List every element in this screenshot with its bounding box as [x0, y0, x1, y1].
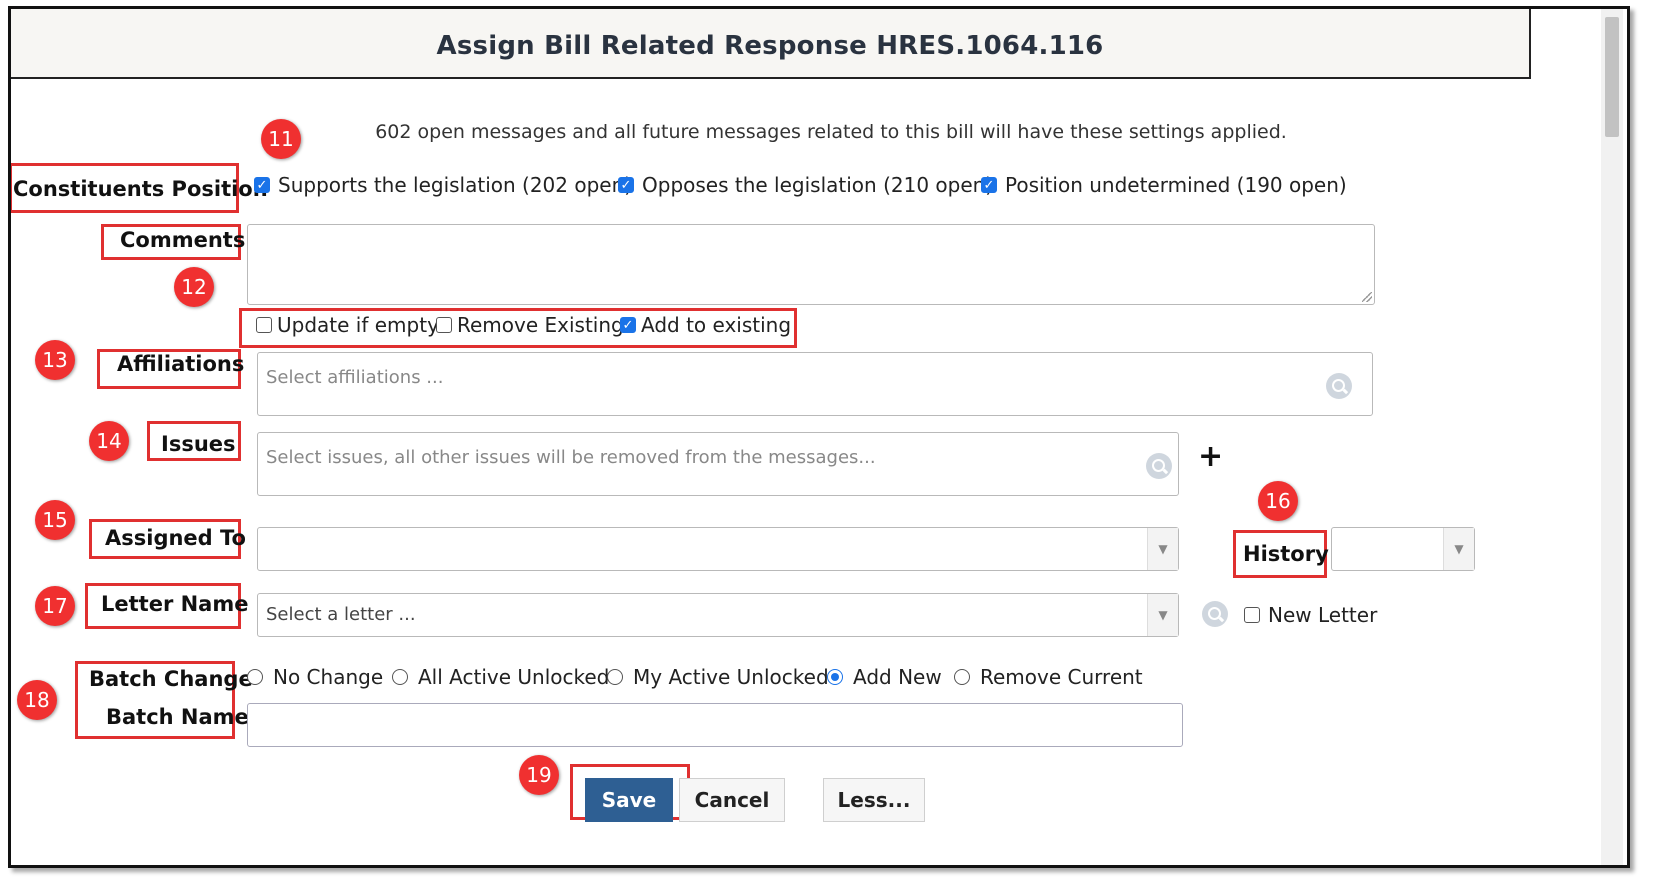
letter-name-label: Letter Name: [101, 592, 249, 616]
checkbox-remove-existing[interactable]: Remove Existing: [436, 313, 624, 337]
annotation-badge-16: 16: [1258, 481, 1298, 521]
batch-name-input[interactable]: [247, 703, 1183, 747]
dropdown-arrow-icon[interactable]: ▼: [1147, 594, 1178, 636]
checkbox-unchecked-icon: [436, 317, 452, 333]
plus-icon[interactable]: +: [1198, 439, 1223, 474]
assigned-to-select[interactable]: ▼: [257, 527, 1179, 571]
checkbox-checked-icon: ✓: [620, 317, 636, 333]
assigned-to-label: Assigned To: [105, 526, 246, 550]
radio-selected-icon: [827, 669, 843, 685]
dialog-window: Assign Bill Related Response HRES.1064.1…: [8, 6, 1630, 868]
checkbox-new-letter[interactable]: New Letter: [1244, 603, 1377, 627]
annotation-badge-17: 17: [35, 586, 75, 626]
checkbox-undetermined-label: Position undetermined (190 open): [1005, 173, 1347, 197]
issues-label: Issues: [161, 432, 236, 456]
history-select[interactable]: ▼: [1331, 527, 1475, 571]
checkbox-add-to-existing[interactable]: ✓ Add to existing: [620, 313, 791, 337]
radio-all-active-unlocked-label: All Active Unlocked: [418, 665, 610, 689]
save-button[interactable]: Save: [585, 778, 673, 822]
batch-change-label: Batch Change: [89, 667, 253, 691]
annotation-badge-12: 12: [174, 267, 214, 307]
cancel-button[interactable]: Cancel: [679, 778, 785, 822]
checkbox-supports[interactable]: ✓ Supports the legislation (202 open): [254, 173, 632, 197]
checkbox-unchecked-icon: [1244, 607, 1260, 623]
search-icon[interactable]: [1326, 373, 1352, 399]
affiliations-placeholder: Select affiliations ...: [266, 367, 444, 388]
annotation-badge-13: 13: [35, 340, 75, 380]
radio-no-change[interactable]: No Change: [247, 665, 383, 689]
letter-select[interactable]: Select a letter ... ▼: [257, 593, 1179, 637]
radio-unselected-icon: [954, 669, 970, 685]
checkbox-remove-existing-label: Remove Existing: [457, 313, 624, 337]
dialog-titlebar: Assign Bill Related Response HRES.1064.1…: [11, 9, 1531, 79]
history-label: History: [1243, 542, 1329, 566]
annotation-badge-18: 18: [17, 680, 57, 720]
dropdown-arrow-icon[interactable]: ▼: [1147, 528, 1178, 570]
radio-all-active-unlocked[interactable]: All Active Unlocked: [392, 665, 609, 689]
dropdown-arrow-icon[interactable]: ▼: [1443, 528, 1474, 570]
comments-label: Comments: [120, 228, 246, 252]
batch-name-label: Batch Name: [106, 705, 249, 729]
scrollbar-thumb[interactable]: [1605, 17, 1619, 137]
radio-my-active-unlocked[interactable]: My Active Unlocked: [607, 665, 829, 689]
constituents-position-label: Constituents Position: [13, 177, 268, 201]
radio-remove-current-label: Remove Current: [980, 665, 1143, 689]
checkbox-checked-icon: ✓: [618, 177, 634, 193]
radio-unselected-icon: [607, 669, 623, 685]
letter-placeholder: Select a letter ...: [266, 604, 416, 625]
checkbox-opposes-label: Opposes the legislation (210 open): [642, 173, 994, 197]
resize-grip-icon[interactable]: [1362, 292, 1372, 302]
less-button[interactable]: Less...: [823, 778, 925, 822]
checkbox-add-to-existing-label: Add to existing: [641, 313, 792, 337]
search-icon[interactable]: [1146, 453, 1172, 479]
issues-placeholder: Select issues, all other issues will be …: [266, 447, 876, 468]
annotation-badge-14: 14: [89, 421, 129, 461]
new-letter-label: New Letter: [1268, 603, 1378, 627]
checkbox-undetermined[interactable]: ✓ Position undetermined (190 open): [981, 173, 1347, 197]
dialog-title: Assign Bill Related Response HRES.1064.1…: [436, 31, 1104, 61]
radio-no-change-label: No Change: [273, 665, 384, 689]
checkbox-checked-icon: ✓: [981, 177, 997, 193]
radio-unselected-icon: [247, 669, 263, 685]
checkbox-opposes[interactable]: ✓ Opposes the legislation (210 open): [618, 173, 993, 197]
annotation-badge-19: 19: [519, 755, 559, 795]
affiliations-label: Affiliations: [117, 352, 245, 376]
checkbox-checked-icon: ✓: [254, 177, 270, 193]
checkbox-update-if-empty-label: Update if empty: [277, 313, 439, 337]
search-letter-icon[interactable]: [1202, 601, 1228, 627]
radio-remove-current[interactable]: Remove Current: [954, 665, 1143, 689]
checkbox-unchecked-icon: [256, 317, 272, 333]
radio-unselected-icon: [392, 669, 408, 685]
checkbox-update-if-empty[interactable]: Update if empty: [256, 313, 439, 337]
info-message: 602 open messages and all future message…: [375, 121, 1287, 143]
radio-add-new[interactable]: Add New: [827, 665, 942, 689]
affiliations-input[interactable]: Select affiliations ...: [257, 352, 1373, 416]
radio-my-active-unlocked-label: My Active Unlocked: [633, 665, 829, 689]
comments-textarea[interactable]: [247, 224, 1375, 305]
issues-input[interactable]: Select issues, all other issues will be …: [257, 432, 1179, 496]
annotation-badge-15: 15: [35, 500, 75, 540]
annotation-badge-11: 11: [261, 119, 301, 159]
checkbox-supports-label: Supports the legislation (202 open): [278, 173, 633, 197]
radio-add-new-label: Add New: [853, 665, 942, 689]
